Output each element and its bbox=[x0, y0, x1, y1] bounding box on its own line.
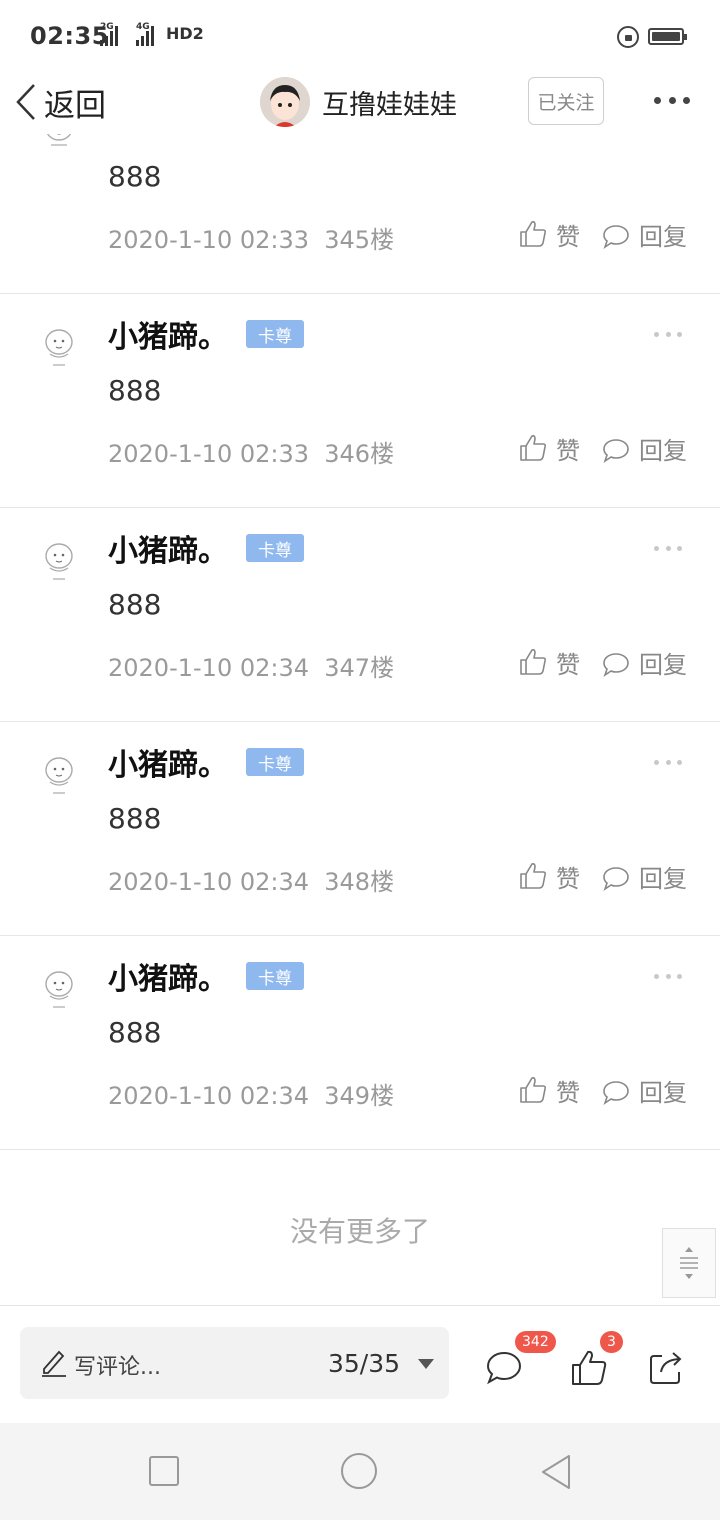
system-nav-bar bbox=[0, 1423, 720, 1520]
nav-header: 返回 互撸娃娃娃 已关注 bbox=[0, 72, 720, 134]
thread-author[interactable]: 互撸娃娃娃 bbox=[260, 76, 457, 128]
reply-button[interactable]: 回复 bbox=[601, 1072, 687, 1108]
rotation-lock-icon bbox=[617, 26, 639, 48]
like-button[interactable]: 赞 bbox=[518, 1072, 580, 1108]
status-time: 02:35 bbox=[30, 22, 109, 50]
post-meta: 2020-1-10 02:34 347楼 bbox=[108, 654, 395, 682]
recent-apps-icon[interactable] bbox=[149, 1456, 179, 1486]
list-item: 888 2020-1-10 02:33 345楼 赞 回复 bbox=[0, 134, 720, 294]
comment-input[interactable]: 写评论... 35/35 bbox=[20, 1327, 449, 1399]
list-item: 小猪蹄。 卡尊 888 2020-1-10 02:33 346楼 赞 回复 bbox=[0, 294, 720, 508]
scroll-handle[interactable] bbox=[662, 1228, 716, 1298]
like-count-badge: 3 bbox=[600, 1331, 623, 1353]
username[interactable]: 小猪蹄。 bbox=[108, 740, 228, 784]
user-avatar[interactable] bbox=[36, 532, 82, 592]
battery-icon bbox=[648, 28, 687, 45]
status-bar: 02:35 2G 4G HD2 bbox=[0, 0, 720, 72]
more-dots-icon[interactable] bbox=[654, 332, 682, 338]
thumb-up-icon bbox=[572, 1350, 607, 1385]
share-button[interactable] bbox=[646, 1348, 686, 1388]
reply-button[interactable]: 回复 bbox=[601, 430, 687, 466]
home-icon[interactable] bbox=[341, 1453, 377, 1489]
post-text: 888 bbox=[108, 374, 162, 407]
back-button[interactable]: 返回 bbox=[14, 80, 106, 124]
like-button[interactable]: 赞 bbox=[518, 216, 580, 252]
user-avatar[interactable] bbox=[36, 318, 82, 378]
thumb-up-icon bbox=[520, 1077, 547, 1103]
speech-bubble-icon bbox=[603, 653, 629, 677]
share-icon bbox=[650, 1352, 682, 1384]
comments-button[interactable] bbox=[484, 1348, 524, 1388]
username[interactable]: 小猪蹄。 bbox=[108, 526, 228, 570]
chevron-left-icon bbox=[16, 84, 35, 120]
post-text: 888 bbox=[108, 1016, 162, 1049]
scroll-handle-icon bbox=[680, 1247, 698, 1279]
user-avatar[interactable] bbox=[36, 134, 82, 164]
follow-button[interactable]: 已关注 bbox=[528, 77, 604, 125]
post-meta: 2020-1-10 02:34 349楼 bbox=[108, 1082, 395, 1110]
post-text: 888 bbox=[108, 802, 162, 835]
post-text: 888 bbox=[108, 160, 162, 193]
speech-bubble-icon bbox=[603, 439, 629, 463]
like-button[interactable]: 赞 bbox=[518, 430, 580, 466]
username[interactable]: 小猪蹄。 bbox=[108, 312, 228, 356]
bottom-bar: 写评论... 35/35 342 3 bbox=[0, 1305, 720, 1423]
thumb-up-icon bbox=[520, 863, 547, 889]
like-button[interactable]: 赞 bbox=[518, 858, 580, 894]
hd-icon: HD2 bbox=[166, 24, 204, 43]
speech-bubble-icon bbox=[603, 225, 629, 249]
back-label: 返回 bbox=[44, 87, 106, 124]
caret-down-icon[interactable] bbox=[418, 1359, 434, 1369]
no-more-text: 没有更多了 bbox=[289, 1215, 430, 1248]
user-badge: 卡尊 bbox=[246, 748, 304, 776]
like-button[interactable]: 赞 bbox=[518, 644, 580, 680]
signal-2g-icon: 2G bbox=[100, 22, 124, 46]
speech-bubble-icon bbox=[603, 867, 629, 891]
thumb-up-icon bbox=[520, 221, 547, 247]
user-badge: 卡尊 bbox=[246, 962, 304, 990]
thumb-up-icon bbox=[520, 649, 547, 675]
list-item: 小猪蹄。 卡尊 888 2020-1-10 02:34 348楼 赞 回复 bbox=[0, 722, 720, 936]
user-avatar[interactable] bbox=[36, 960, 82, 1020]
more-dots-icon[interactable] bbox=[654, 760, 682, 766]
list-item: 小猪蹄。 卡尊 888 2020-1-10 02:34 347楼 赞 回复 bbox=[0, 508, 720, 722]
thumb-up-icon bbox=[520, 435, 547, 461]
reply-button[interactable]: 回复 bbox=[601, 858, 687, 894]
list-item: 小猪蹄。 卡尊 888 2020-1-10 02:34 349楼 赞 回复 bbox=[0, 936, 720, 1150]
pencil-icon bbox=[42, 1350, 66, 1377]
post-meta: 2020-1-10 02:34 348楼 bbox=[108, 868, 395, 896]
more-dots-icon[interactable] bbox=[654, 546, 682, 552]
user-badge: 卡尊 bbox=[246, 320, 304, 348]
speech-bubble-icon bbox=[486, 1351, 522, 1385]
username[interactable]: 小猪蹄。 bbox=[108, 954, 228, 998]
author-name: 互撸娃娃娃 bbox=[322, 89, 457, 121]
user-avatar[interactable] bbox=[36, 746, 82, 806]
user-badge: 卡尊 bbox=[246, 534, 304, 562]
post-text: 888 bbox=[108, 588, 162, 621]
comment-count-badge: 342 bbox=[515, 1331, 556, 1353]
reply-list[interactable]: 888 2020-1-10 02:33 345楼 赞 回复 小猪蹄。 卡尊 88… bbox=[0, 134, 720, 1304]
reply-button[interactable]: 回复 bbox=[601, 644, 687, 680]
author-avatar[interactable] bbox=[260, 77, 310, 127]
post-meta: 2020-1-10 02:33 345楼 bbox=[108, 226, 395, 254]
speech-bubble-icon bbox=[603, 1081, 629, 1105]
reply-button[interactable]: 回复 bbox=[601, 216, 687, 252]
system-back-icon[interactable] bbox=[539, 1453, 573, 1491]
post-meta: 2020-1-10 02:33 346楼 bbox=[108, 440, 395, 468]
page-indicator[interactable]: 35/35 bbox=[328, 1349, 400, 1378]
comment-placeholder: 写评论... bbox=[74, 1355, 161, 1380]
like-thread-button[interactable] bbox=[569, 1348, 609, 1388]
more-dots-icon[interactable] bbox=[654, 974, 682, 980]
more-dots-icon[interactable] bbox=[654, 92, 690, 108]
signal-4g-icon: 4G bbox=[136, 22, 160, 46]
